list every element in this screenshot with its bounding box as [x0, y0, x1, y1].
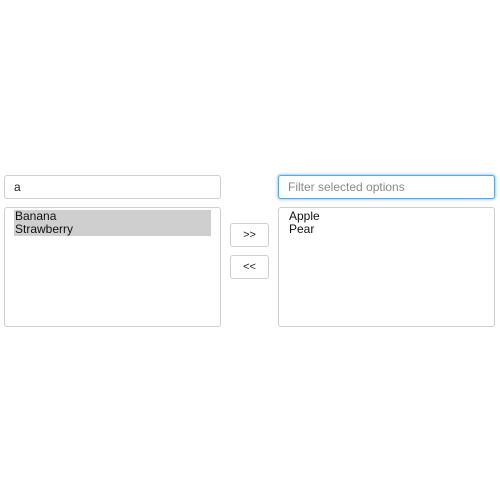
move-to-available-button[interactable]: << [230, 255, 269, 279]
move-to-selected-button[interactable]: >> [230, 223, 269, 247]
available-options-listbox[interactable]: Banana Strawberry [4, 207, 221, 327]
selected-option-apple[interactable]: Apple [288, 210, 485, 223]
selected-options-listbox[interactable]: Apple Pear [278, 207, 495, 327]
available-option-strawberry[interactable]: Strawberry [14, 223, 211, 236]
selected-filter-input[interactable] [278, 175, 495, 199]
selected-option-pear[interactable]: Pear [288, 223, 485, 236]
dual-listbox: Banana Strawberry >> << Apple Pear [0, 0, 500, 500]
available-filter-input[interactable] [4, 175, 221, 199]
